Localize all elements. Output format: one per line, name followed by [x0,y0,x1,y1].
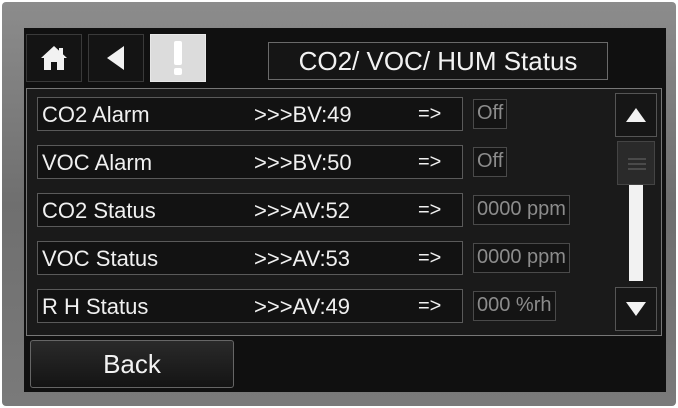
point-value: Off [473,99,508,129]
scroll-thumb[interactable] [617,141,655,185]
page-title: CO2/ VOC/ HUM Status [268,42,608,80]
point-value: 0000 ppm [473,243,570,273]
arrow-label: => [418,151,442,173]
arrow-label: => [418,199,442,221]
point-reference: >>>AV:49 [254,294,351,319]
triangle-up-icon [626,108,646,122]
left-triangle-icon [107,46,124,70]
arrow-label: => [418,247,442,269]
alarm-button[interactable] [150,34,206,82]
point-value: Off [473,147,508,177]
row-label-box[interactable]: VOC Status >>>AV:53 => [37,241,463,275]
scroll-down-button[interactable] [615,287,657,331]
row-label-box[interactable]: VOC Alarm >>>BV:50 => [37,145,463,179]
previous-page-button[interactable] [88,34,144,82]
device-bezel: CO2/ VOC/ HUM Status CO2 Alarm >>>BV:49 … [2,2,676,406]
row-label-box[interactable]: R H Status >>>AV:49 => [37,289,463,323]
point-name: VOC Alarm [42,150,153,175]
list-item: CO2 Status >>>AV:52 => 0000 ppm [27,191,613,229]
point-reference: >>>AV:52 [254,198,351,223]
arrow-label: => [418,103,442,125]
screen: CO2/ VOC/ HUM Status CO2 Alarm >>>BV:49 … [24,28,666,392]
exclamation-icon [174,41,182,75]
scroll-up-button[interactable] [615,93,657,137]
row-label-box[interactable]: CO2 Alarm >>>BV:49 => [37,97,463,131]
list-item: VOC Alarm >>>BV:50 => Off [27,143,613,181]
point-value: 000 %rh [473,291,556,321]
point-name: CO2 Status [42,198,156,223]
point-name: VOC Status [42,246,159,271]
arrow-label: => [418,295,442,317]
back-button[interactable]: Back [30,340,234,388]
home-button[interactable] [26,34,82,82]
point-value: 0000 ppm [473,195,570,225]
list-item: CO2 Alarm >>>BV:49 => Off [27,95,613,133]
point-name: CO2 Alarm [42,102,150,127]
row-label-box[interactable]: CO2 Status >>>AV:52 => [37,193,463,227]
point-name: R H Status [42,294,149,319]
point-reference: >>>BV:49 [254,102,352,127]
status-list-panel: CO2 Alarm >>>BV:49 => Off VOC Alarm >>>B… [26,88,662,336]
home-icon [41,46,67,70]
scrollbar [615,93,657,331]
point-reference: >>>BV:50 [254,150,352,175]
triangle-down-icon [626,302,646,316]
header-bar: CO2/ VOC/ HUM Status [24,28,666,86]
list-item: R H Status >>>AV:49 => 000 %rh [27,287,613,325]
point-reference: >>>AV:53 [254,246,351,271]
list-item: VOC Status >>>AV:53 => 0000 ppm [27,239,613,277]
